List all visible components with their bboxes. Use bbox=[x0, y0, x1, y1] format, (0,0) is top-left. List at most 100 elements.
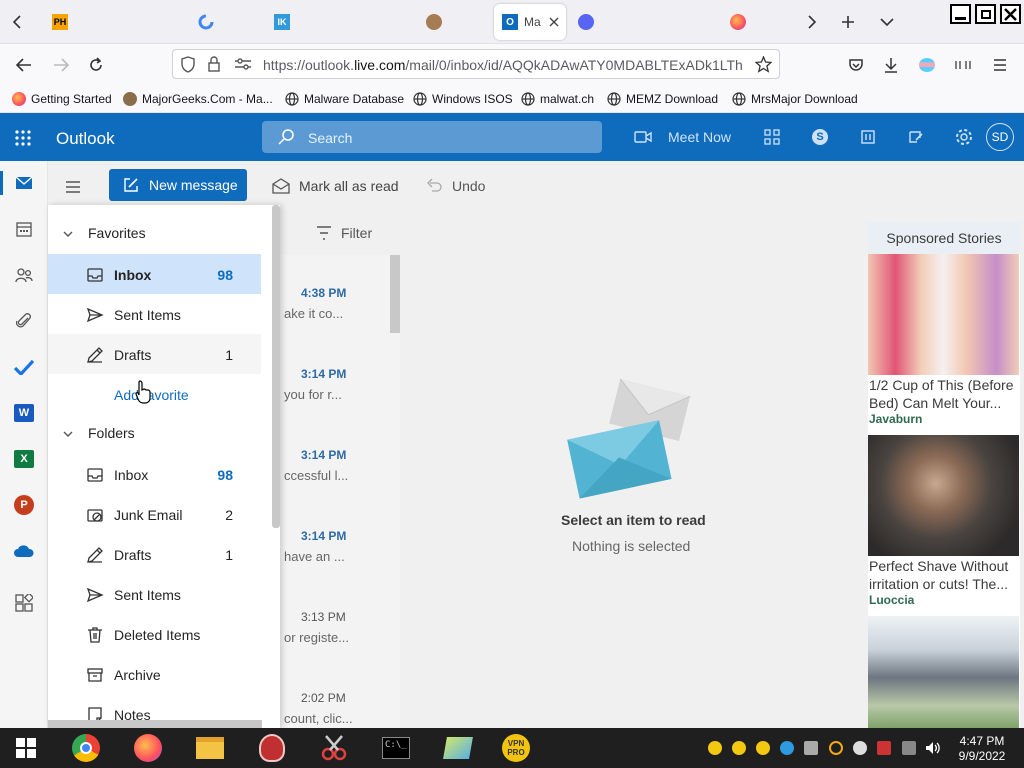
back-icon[interactable] bbox=[11, 52, 37, 78]
permissions-icon[interactable] bbox=[234, 57, 252, 71]
mail-icon[interactable] bbox=[12, 171, 36, 195]
tray-app-icon[interactable] bbox=[804, 741, 818, 755]
close-tab-icon[interactable] bbox=[549, 17, 559, 27]
undo-button[interactable]: Undo bbox=[452, 178, 485, 194]
filter-button[interactable]: Filter bbox=[341, 225, 372, 241]
paint-icon[interactable] bbox=[256, 732, 288, 764]
tab-google[interactable] bbox=[190, 4, 222, 40]
ad-image[interactable] bbox=[868, 435, 1019, 556]
folder-item-drafts[interactable]: Drafts 1 bbox=[48, 534, 261, 574]
new-message-button[interactable]: New message bbox=[109, 169, 247, 201]
bookmark-getting-started[interactable]: Getting Started bbox=[11, 91, 112, 107]
ad-source[interactable]: Javaburn bbox=[869, 412, 922, 426]
folder-pane-hscrollbar[interactable] bbox=[48, 720, 262, 728]
video-icon[interactable] bbox=[634, 130, 652, 144]
favorite-item-sent[interactable]: Sent Items bbox=[48, 294, 261, 334]
message-time[interactable]: 3:14 PM bbox=[301, 367, 346, 381]
cmd-icon[interactable]: C:\_ bbox=[380, 732, 412, 764]
word-icon[interactable]: W bbox=[12, 401, 36, 425]
feedback-icon[interactable] bbox=[904, 125, 928, 149]
message-time[interactable]: 3:14 PM bbox=[301, 448, 346, 462]
bookmark-majorgeeks[interactable]: MajorGeeks.Com - Ma... bbox=[122, 91, 273, 107]
tab-ph[interactable]: PH bbox=[40, 4, 80, 40]
ad-image[interactable] bbox=[868, 616, 1019, 728]
tab-scroll-right-icon[interactable] bbox=[799, 9, 825, 35]
message-time[interactable]: 4:38 PM bbox=[301, 286, 346, 300]
chrome-icon[interactable] bbox=[70, 732, 102, 764]
ad-title[interactable]: Perfect Shave Without irritation or cuts… bbox=[869, 557, 1019, 593]
favorite-item-inbox[interactable]: Inbox 98 bbox=[48, 254, 261, 294]
snipping-tool-icon[interactable] bbox=[318, 732, 350, 764]
powerpoint-icon[interactable]: P bbox=[12, 493, 36, 517]
tab-outlook[interactable]: O Ma bbox=[494, 4, 566, 40]
tab-list-chevron-icon[interactable] bbox=[874, 9, 900, 35]
search-input[interactable]: Search bbox=[262, 121, 602, 153]
message-time[interactable]: 3:14 PM bbox=[301, 529, 346, 543]
todo-check-icon[interactable] bbox=[12, 355, 36, 379]
meet-now-button[interactable]: Meet Now bbox=[668, 129, 731, 145]
tab-firefox[interactable] bbox=[722, 4, 754, 40]
downloads-icon[interactable] bbox=[878, 52, 904, 78]
mark-read-icon[interactable] bbox=[272, 178, 290, 194]
people-icon[interactable] bbox=[12, 263, 36, 287]
bookmark-malwatch[interactable]: malwat.ch bbox=[520, 91, 594, 107]
ad-source[interactable]: Luoccia bbox=[869, 593, 914, 607]
folder-app-icon[interactable] bbox=[442, 732, 474, 764]
tray-emoji-icon[interactable] bbox=[708, 741, 722, 755]
reload-icon[interactable] bbox=[83, 52, 109, 78]
bookmark-windows-isos[interactable]: Windows ISOS bbox=[412, 91, 513, 107]
extension-icon[interactable] bbox=[950, 52, 976, 78]
restore-icon[interactable] bbox=[975, 4, 996, 24]
apps-grid-icon[interactable] bbox=[760, 125, 784, 149]
calendar-icon[interactable] bbox=[12, 217, 36, 241]
file-explorer-icon[interactable] bbox=[194, 732, 226, 764]
tray-monitor-icon[interactable] bbox=[902, 741, 916, 755]
message-preview[interactable]: have an ... bbox=[284, 549, 345, 564]
lock-icon[interactable] bbox=[207, 56, 221, 72]
office-icon[interactable] bbox=[856, 125, 880, 149]
message-preview[interactable]: ccessful l... bbox=[284, 468, 348, 483]
avatar[interactable]: SD bbox=[986, 123, 1014, 151]
app-title[interactable]: Outlook bbox=[56, 129, 115, 149]
message-list-scrollbar[interactable] bbox=[390, 255, 400, 333]
menu-icon[interactable] bbox=[987, 52, 1013, 78]
bookmark-mrsmajor-download[interactable]: MrsMajor Download bbox=[731, 91, 858, 107]
shield-icon[interactable] bbox=[180, 56, 196, 73]
filter-icon[interactable] bbox=[316, 226, 332, 240]
message-preview[interactable]: or registe... bbox=[284, 630, 349, 645]
close-window-icon[interactable] bbox=[1000, 4, 1021, 24]
vpn-pro-icon[interactable]: VPN PRO bbox=[500, 732, 532, 764]
volume-icon[interactable] bbox=[925, 741, 941, 755]
settings-gear-icon[interactable] bbox=[952, 125, 976, 149]
tray-emoji-icon[interactable] bbox=[756, 741, 770, 755]
mark-all-read-button[interactable]: Mark all as read bbox=[299, 178, 399, 194]
pocket-icon[interactable] bbox=[843, 52, 869, 78]
tab-discord[interactable] bbox=[570, 4, 602, 40]
bookmark-star-icon[interactable] bbox=[755, 56, 772, 73]
chevron-down-icon[interactable] bbox=[62, 228, 74, 240]
folder-item-sent[interactable]: Sent Items bbox=[48, 574, 261, 614]
attachment-icon[interactable] bbox=[12, 309, 36, 333]
tray-flag-icon[interactable] bbox=[877, 741, 891, 755]
forward-icon[interactable] bbox=[48, 52, 74, 78]
hamburger-menu-icon[interactable] bbox=[65, 181, 81, 193]
tray-emoji-icon[interactable] bbox=[732, 741, 746, 755]
minimize-icon[interactable] bbox=[950, 4, 971, 24]
bookmark-malware-database[interactable]: Malware Database bbox=[284, 91, 404, 107]
clock[interactable]: 4:47 PM 9/9/2022 bbox=[950, 734, 1014, 764]
ad-image[interactable] bbox=[868, 254, 1019, 375]
folder-item-junk[interactable]: Junk Email 2 bbox=[48, 494, 261, 534]
excel-icon[interactable]: X bbox=[12, 447, 36, 471]
chevron-down-icon[interactable] bbox=[62, 428, 74, 440]
folder-item-deleted[interactable]: Deleted Items bbox=[48, 614, 261, 654]
favorites-header[interactable]: Favorites bbox=[88, 225, 146, 241]
tab-scroll-left-icon[interactable] bbox=[4, 9, 30, 35]
firefox-icon[interactable] bbox=[132, 732, 164, 764]
undo-icon[interactable] bbox=[426, 178, 442, 192]
message-preview[interactable]: ake it co... bbox=[284, 306, 343, 321]
tray-search-icon[interactable] bbox=[829, 741, 843, 755]
bookmark-memz-download[interactable]: MEMZ Download bbox=[606, 91, 718, 107]
favorite-item-drafts[interactable]: Drafts 1 bbox=[48, 334, 261, 374]
folder-pane-scrollbar[interactable] bbox=[272, 205, 280, 528]
url-text[interactable]: https://outlook.live.com/mail/0/inbox/id… bbox=[263, 57, 743, 73]
